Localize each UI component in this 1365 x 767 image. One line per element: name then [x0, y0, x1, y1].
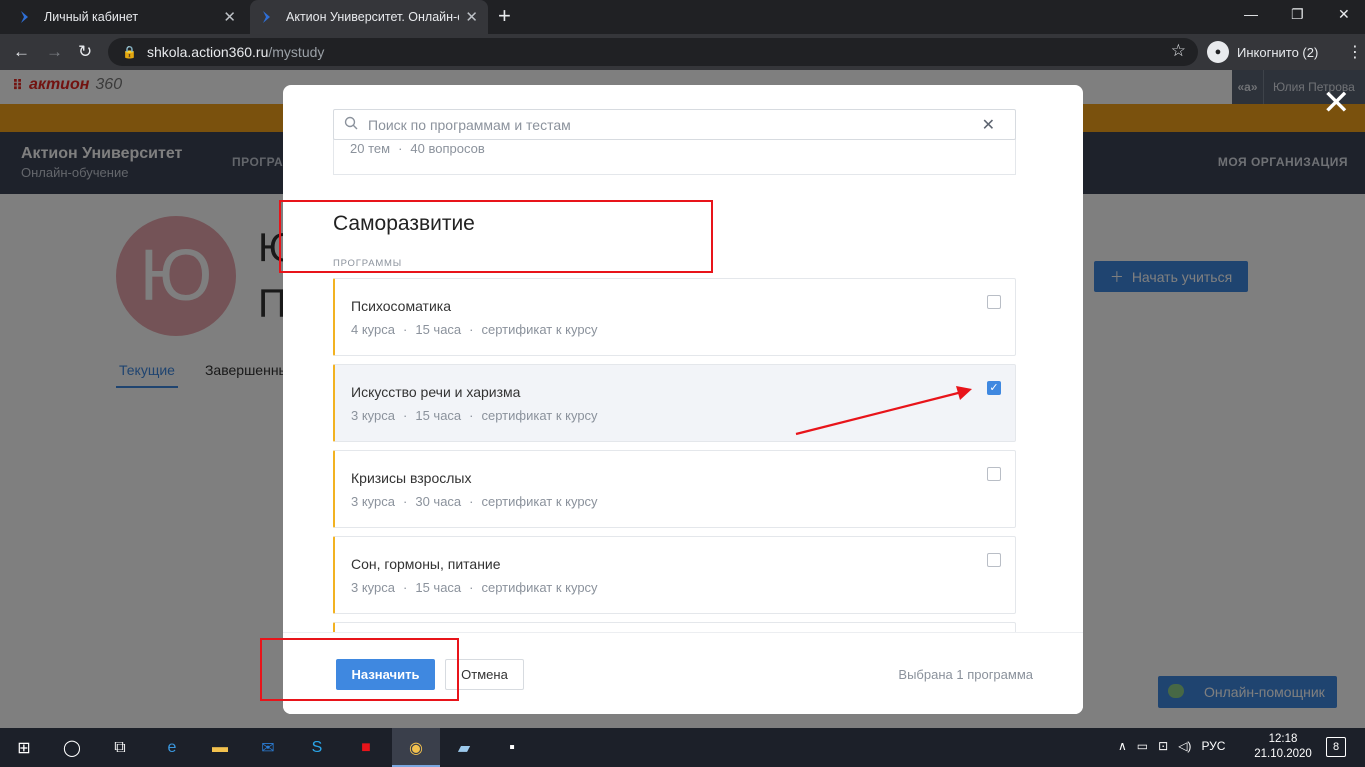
program-cert: сертификат к курсу: [481, 322, 598, 337]
program-courses: 3 курса: [351, 494, 395, 509]
battery-icon[interactable]: ▭: [1137, 739, 1148, 753]
program-list-scroll[interactable]: 20 тем · 40 вопросов Поиск по программам и…: [283, 85, 1083, 632]
program-meta: 3 курса · 15 часа · сертификат к курсу: [351, 408, 598, 423]
program-title: Кризисы взрослых: [351, 470, 472, 486]
browser-menu-icon[interactable]: ⋮: [1347, 42, 1363, 62]
program-checkbox[interactable]: [987, 553, 1001, 567]
incognito-indicator[interactable]: ● Инкогнито (2): [1207, 40, 1318, 64]
skype-icon[interactable]: S: [305, 736, 329, 760]
browser-tab-university[interactable]: Актион Университет. Онлайн-об ✕: [250, 0, 488, 34]
program-meta: 3 курса · 30 часа · сертификат к курсу: [351, 494, 598, 509]
clear-search-icon[interactable]: ✕: [982, 115, 995, 135]
program-title: Психосоматика: [351, 298, 452, 314]
program-cert: сертификат к курсу: [481, 408, 598, 423]
volume-icon[interactable]: ◁): [1178, 739, 1191, 753]
minimize-icon[interactable]: —: [1244, 6, 1258, 22]
windows-start-icon[interactable]: ⊞: [12, 736, 36, 760]
app-icon[interactable]: ▪: [500, 736, 524, 760]
program-hours: 30 часа: [415, 494, 462, 509]
action-logo-icon: [263, 11, 270, 23]
program-card[interactable]: Психосоматика 4 курса · 15 часа · сертификат…: [333, 278, 1016, 356]
avaya-icon[interactable]: ■: [354, 736, 378, 760]
url-host: shkola.action360.ru: [146, 44, 269, 60]
questions-count: 40 вопросов: [410, 141, 485, 156]
browser-tab-lk[interactable]: Личный кабинет ✕: [8, 0, 246, 34]
clock-date: 21.10.2020: [1254, 748, 1312, 760]
browser-tab-bar: Личный кабинет ✕ Актион Университет. Онл…: [0, 0, 1365, 34]
bookmark-star-icon[interactable]: ☆: [1171, 41, 1186, 61]
search-icon: [344, 116, 358, 130]
back-icon[interactable]: ←: [13, 42, 30, 62]
topics-count: 20 тем: [350, 141, 391, 156]
program-cert: сертификат к курсу: [481, 580, 598, 595]
program-title: Искусство речи и харизма: [351, 384, 521, 400]
browser-address-bar: ← → ↻ 🔒 shkola.action360.ru/mystudy ☆ ● …: [0, 34, 1365, 70]
new-tab-icon[interactable]: +: [498, 5, 511, 27]
clock-time: 12:18: [1268, 733, 1298, 745]
program-card[interactable]: Кризисы взрослых 3 курса · 30 часа · сертифи…: [333, 450, 1016, 528]
incognito-label: Инкогнито (2): [1237, 44, 1319, 60]
program-meta: 4 курса · 15 часа · сертификат к курсу: [351, 322, 598, 337]
url-field[interactable]: 🔒 shkola.action360.ru/mystudy ☆: [108, 38, 1198, 66]
reload-icon[interactable]: ↻: [78, 42, 92, 62]
search-circle-icon[interactable]: ◯: [60, 736, 84, 760]
checkmark-icon: ✓: [989, 382, 999, 394]
close-tab-icon[interactable]: ✕: [465, 8, 478, 26]
program-card-next[interactable]: [333, 622, 1016, 632]
program-hours: 15 часа: [415, 408, 462, 423]
outlook-icon[interactable]: ✉: [256, 736, 280, 760]
program-hours: 15 часа: [415, 322, 462, 337]
close-window-icon[interactable]: ✕: [1338, 6, 1350, 23]
modal-close-icon[interactable]: ✕: [1322, 86, 1351, 120]
tab-label: Личный кабинет: [44, 10, 139, 24]
close-tab-icon[interactable]: ✕: [223, 8, 236, 26]
file-explorer-icon[interactable]: ▬: [208, 736, 232, 760]
lock-icon: 🔒: [122, 45, 137, 59]
program-hours: 15 часа: [415, 580, 462, 595]
incognito-icon: ●: [1207, 41, 1229, 63]
action-logo-icon: [21, 11, 28, 23]
program-card[interactable]: Сон, гормоны, питание 3 курса · 15 часа · се…: [333, 536, 1016, 614]
system-tray: ∧ ▭ ⊡ ◁) РУС: [1118, 739, 1225, 753]
network-icon[interactable]: ⊡: [1158, 739, 1168, 753]
tray-expand-icon[interactable]: ∧: [1118, 739, 1127, 753]
program-courses: 4 курса: [351, 322, 395, 337]
program-courses: 3 курса: [351, 408, 395, 423]
program-search-input[interactable]: Поиск по программам и тестам ✕: [333, 109, 1016, 140]
tab-label: Актион Университет. Онлайн-об: [286, 10, 460, 24]
program-checkbox[interactable]: [987, 295, 1001, 309]
notes-icon[interactable]: ▰: [452, 736, 476, 760]
taskbar-clock[interactable]: 12:18 21.10.2020: [1250, 732, 1316, 762]
annotation-box-assign: [260, 638, 459, 701]
selected-count: Выбрана 1 программа: [898, 667, 1033, 682]
program-checkbox[interactable]: [987, 467, 1001, 481]
program-title: Сон, гормоны, питание: [351, 556, 501, 572]
url-path: /mystudy: [268, 44, 325, 60]
program-checkbox-checked[interactable]: ✓: [987, 381, 1001, 395]
chrome-icon[interactable]: ◉: [404, 736, 428, 760]
notification-center-icon[interactable]: 8: [1326, 737, 1346, 757]
restore-icon[interactable]: ❐: [1291, 6, 1304, 23]
program-cert: сертификат к курсу: [481, 494, 598, 509]
forward-icon[interactable]: →: [46, 42, 63, 62]
edge-icon[interactable]: e: [160, 736, 184, 760]
annotation-box-section: [279, 200, 713, 273]
language-indicator[interactable]: РУС: [1201, 739, 1225, 753]
program-courses: 3 курса: [351, 580, 395, 595]
previous-item-meta: 20 тем · 40 вопросов: [350, 141, 485, 156]
program-meta: 3 курса · 15 часа · сертификат к курсу: [351, 580, 598, 595]
task-view-icon[interactable]: ⧉: [108, 736, 132, 760]
search-placeholder: Поиск по программам и тестам: [368, 116, 571, 133]
windows-taskbar: ⊞ ◯ ⧉ e ▬ ✉ S ■ ◉ ▰ ▪ ∧ ▭ ⊡ ◁) РУС 12:18…: [0, 728, 1365, 767]
annotation-arrow: [795, 386, 972, 436]
